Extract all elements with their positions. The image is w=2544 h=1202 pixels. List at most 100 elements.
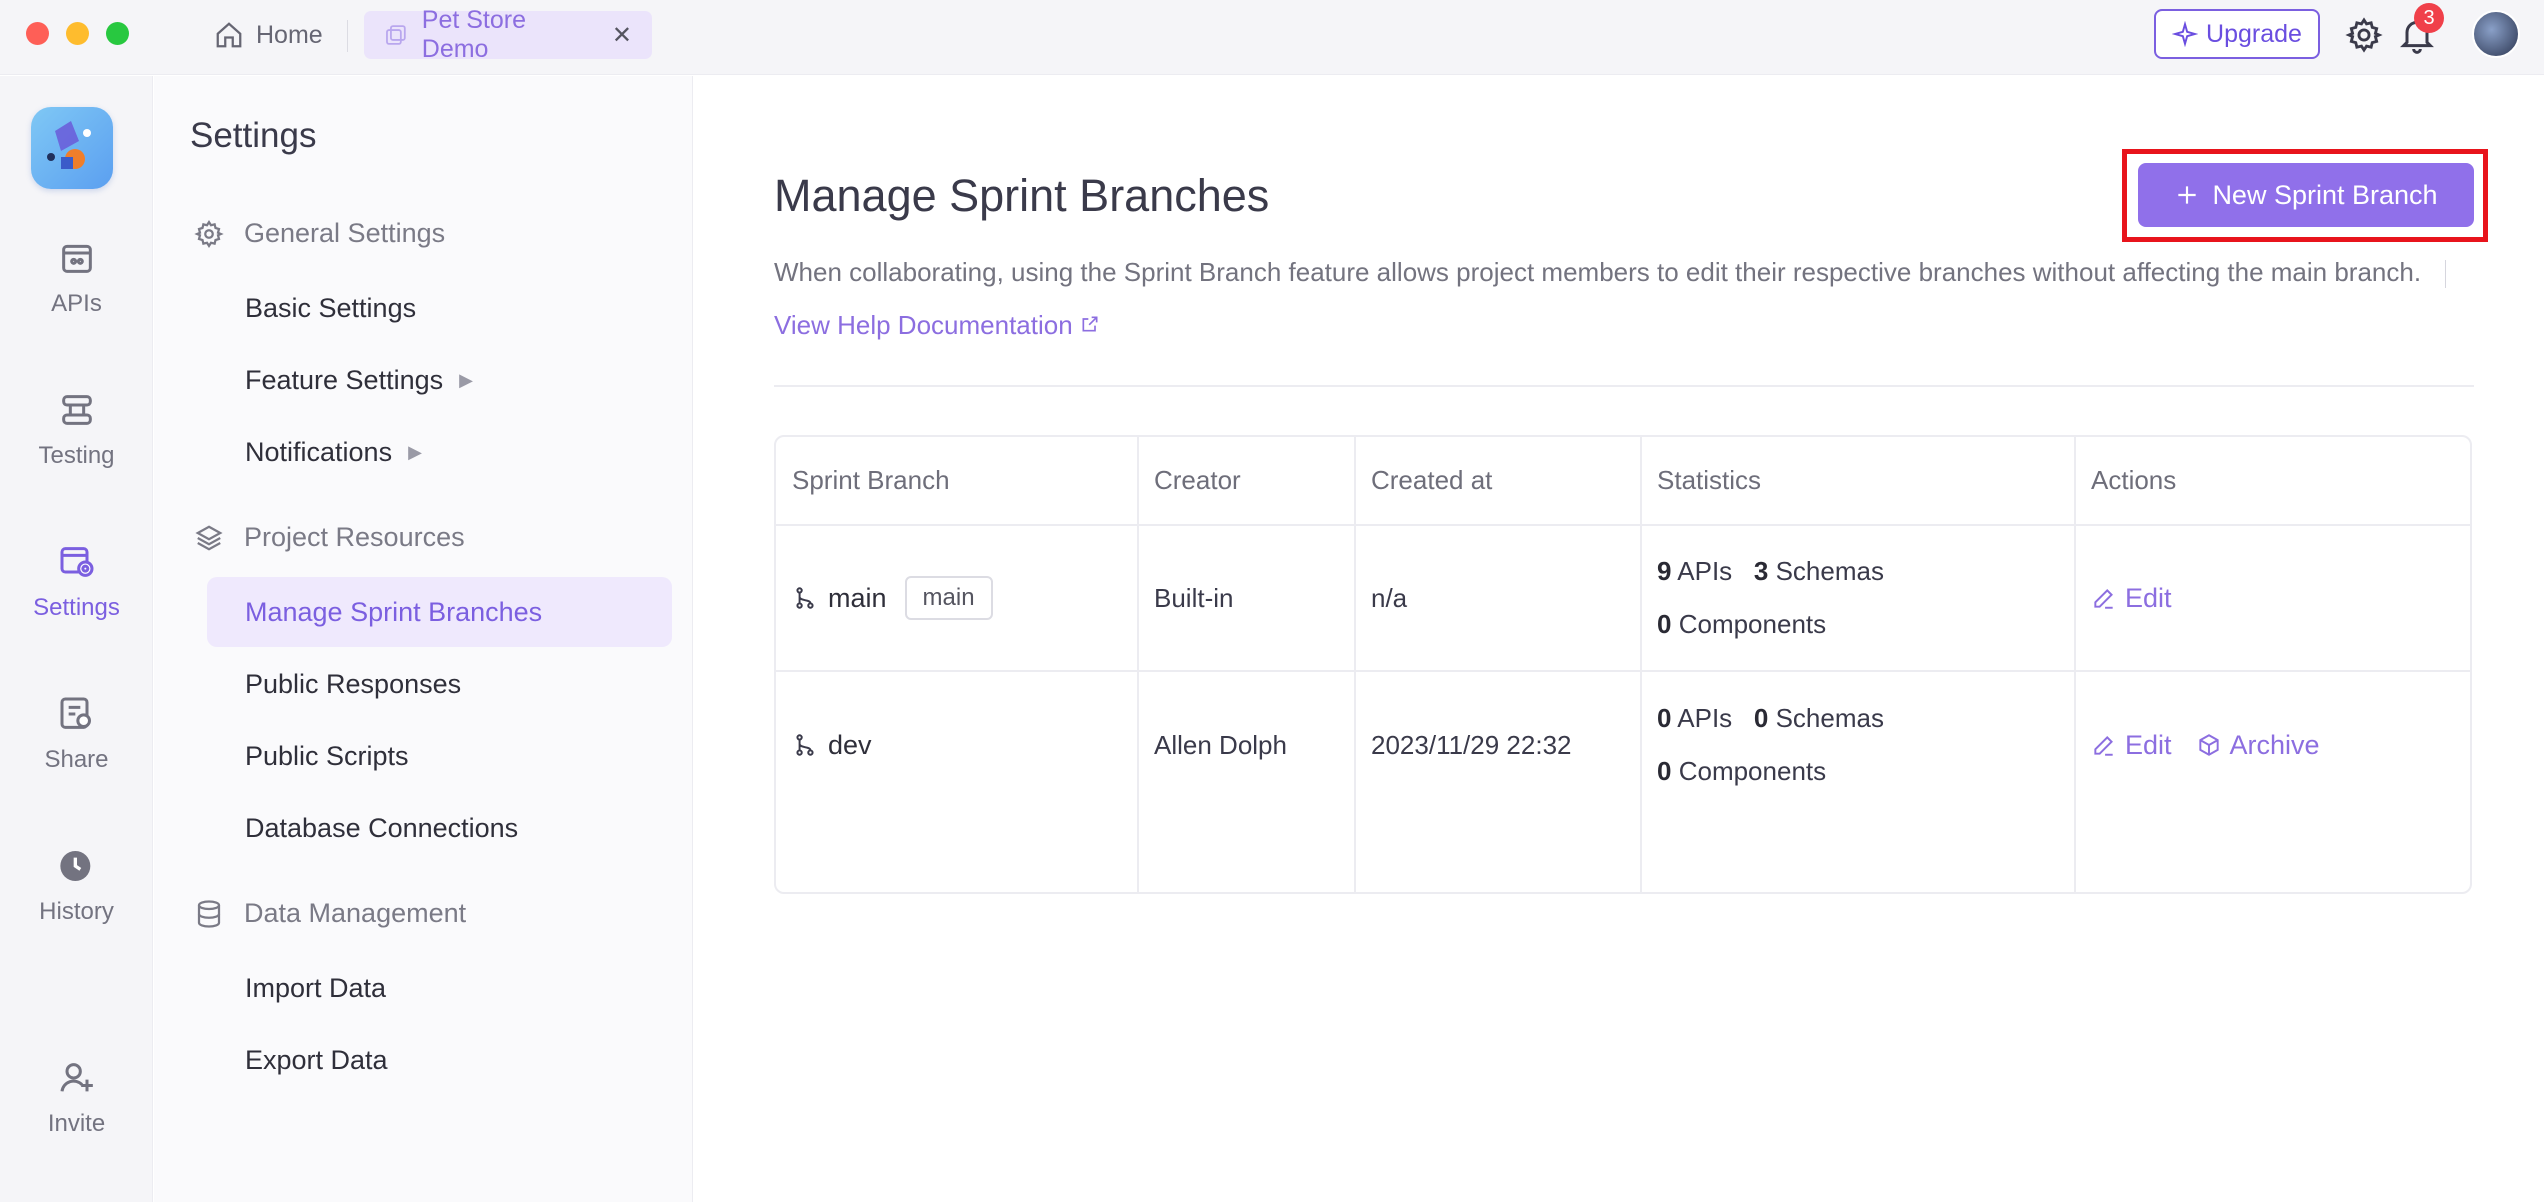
column-header: Actions <box>2091 465 2177 495</box>
sidebar-group-general: General Settings <box>194 218 445 249</box>
sidebar-item-import-data[interactable]: Import Data <box>207 953 672 1023</box>
database-icon <box>197 899 221 928</box>
external-link-icon <box>1082 316 1098 332</box>
page-title: Manage Sprint Branches <box>774 170 1270 221</box>
sidebar-item-label: Public Responses <box>245 668 462 699</box>
window-minimize-button[interactable] <box>66 22 89 45</box>
sidebar-item-label: Public Scripts <box>245 740 409 771</box>
app-logo <box>31 107 113 189</box>
gear-icon <box>194 219 224 248</box>
plus-icon <box>2178 186 2197 204</box>
created-at-cell: 2023/11/29 22:32 <box>1371 729 1572 760</box>
sidebar-item-database-connections[interactable]: Database Connections <box>207 793 672 863</box>
archive-label: Archive <box>2229 729 2320 760</box>
sidebar-item-public-responses[interactable]: Public Responses <box>207 649 672 719</box>
sidebar-item-basic-settings[interactable]: Basic Settings <box>207 273 672 343</box>
sidebar-item-feature-settings[interactable]: Feature Settings ▶ <box>207 345 672 415</box>
sidebar-item-label: Basic Settings <box>245 292 417 323</box>
gear-icon[interactable] <box>2345 16 2383 54</box>
project-icon <box>386 25 406 45</box>
window-zoom-button[interactable] <box>106 22 129 45</box>
sidebar-group-label: Data Management <box>244 898 467 928</box>
caret-right-icon: ▶ <box>459 369 473 390</box>
components-count: 0 <box>1657 756 1672 786</box>
schemas-count: 0 <box>1753 703 1769 733</box>
statistics: 0 APIs 0 Schemas 0 Components <box>1657 703 1884 787</box>
branch-name: dev <box>792 730 872 761</box>
sidebar-item-label: Manage Sprint Branches <box>245 596 543 627</box>
rail-item-testing[interactable]: Testing <box>0 390 153 500</box>
sidebar-item-label: Database Connections <box>245 812 519 843</box>
share-icon <box>60 697 91 729</box>
apis-count: 9 <box>1657 556 1672 586</box>
home-tab[interactable]: Home <box>208 14 329 56</box>
sidebar-item-export-data[interactable]: Export Data <box>207 1025 672 1095</box>
user-avatar[interactable] <box>2472 10 2520 58</box>
apis-label: APIs <box>1677 703 1733 733</box>
home-tab-label: Home <box>256 20 323 49</box>
schemas-count: 3 <box>1753 556 1769 586</box>
edit-button[interactable]: Edit <box>2091 583 2172 614</box>
rail-item-apis[interactable]: APIs <box>0 238 153 348</box>
created-at-cell: n/a <box>1371 582 1408 613</box>
components-label: Components <box>1678 756 1827 786</box>
rail-label-invite: Invite <box>47 1110 106 1137</box>
table-row: main main Built-in n/a 9 APIs 3 Schemas … <box>776 526 2470 672</box>
window-close-button[interactable] <box>26 22 49 45</box>
branch-name-label: main <box>828 582 887 613</box>
settings-icon <box>60 547 94 577</box>
rail-item-invite[interactable]: Invite <box>0 1058 153 1168</box>
schemas-label: Schemas <box>1775 556 1884 586</box>
layers-icon <box>195 524 223 551</box>
column-header: Statistics <box>1657 465 1762 495</box>
column-header: Sprint Branch <box>792 465 950 495</box>
actions-cell: Edit Archive <box>2075 672 2470 818</box>
stats-line: 0 Components <box>1657 756 1884 787</box>
components-label: Components <box>1678 609 1827 639</box>
description-divider <box>2445 260 2447 289</box>
edit-icon <box>2094 736 2113 756</box>
sidebar-item-notifications[interactable]: Notifications ▶ <box>207 417 672 487</box>
sidebar-item-label: Export Data <box>245 1044 388 1075</box>
sidebar-item-public-scripts[interactable]: Public Scripts <box>207 721 672 791</box>
table-row: dev Allen Dolph 2023/11/29 22:32 0 APIs … <box>776 672 2470 818</box>
rail-label-share: Share <box>44 746 109 773</box>
testing-icon <box>61 395 92 425</box>
rail-item-settings[interactable]: Settings <box>0 542 153 652</box>
rail-label-settings: Settings <box>33 594 120 621</box>
creator-cell: Built-in <box>1154 582 1234 613</box>
sidebar-group-label: Project Resources <box>244 522 465 552</box>
stats-line: 0 Components <box>1657 609 1884 640</box>
edit-button[interactable]: Edit <box>2091 730 2172 761</box>
project-tab[interactable]: Pet Store Demo ✕ <box>364 6 652 63</box>
main-panel: Manage Sprint Branches New Sprint Branch… <box>694 76 2544 1202</box>
actions-cell: Edit <box>2075 526 2470 670</box>
branch-name-label: dev <box>828 729 872 760</box>
rail-item-share[interactable]: Share <box>0 694 153 804</box>
sprint-branch-table: Sprint Branch Creator Created at Statist… <box>774 435 2472 894</box>
column-header: Created at <box>1371 465 1493 495</box>
tab-divider <box>347 20 348 52</box>
sidebar-item-manage-sprint-branches[interactable]: Manage Sprint Branches <box>207 577 672 647</box>
module-rail: APIs Testing Settings Share History Invi… <box>0 76 153 1202</box>
home-icon <box>216 22 242 48</box>
statistics-cell: 0 APIs 0 Schemas 0 Components <box>1641 672 2074 818</box>
invite-icon <box>60 1063 93 1092</box>
creator-cell: Allen Dolph <box>1154 729 1287 760</box>
branch-icon <box>796 587 814 609</box>
edit-label: Edit <box>2125 582 2172 613</box>
rail-item-history[interactable]: History <box>0 846 153 956</box>
edit-icon <box>2094 589 2113 609</box>
app-window: Home Pet Store Demo ✕ Upgrade 3 APIs Tes… <box>0 0 2544 1202</box>
help-documentation-link[interactable]: View Help Documentation <box>774 310 1100 340</box>
close-tab-icon[interactable]: ✕ <box>612 21 632 50</box>
sidebar-group-project-resources: Project Resources <box>194 522 465 553</box>
edit-label: Edit <box>2125 729 2172 760</box>
upgrade-button[interactable]: Upgrade <box>2154 9 2320 59</box>
apis-count: 0 <box>1657 703 1672 733</box>
new-sprint-branch-button[interactable]: New Sprint Branch <box>2138 163 2474 227</box>
statistics: 9 APIs 3 Schemas 0 Components <box>1657 556 1884 640</box>
archive-button[interactable]: Archive <box>2196 730 2320 761</box>
upgrade-label: Upgrade <box>2206 19 2302 48</box>
branch-name: main main <box>792 576 993 620</box>
